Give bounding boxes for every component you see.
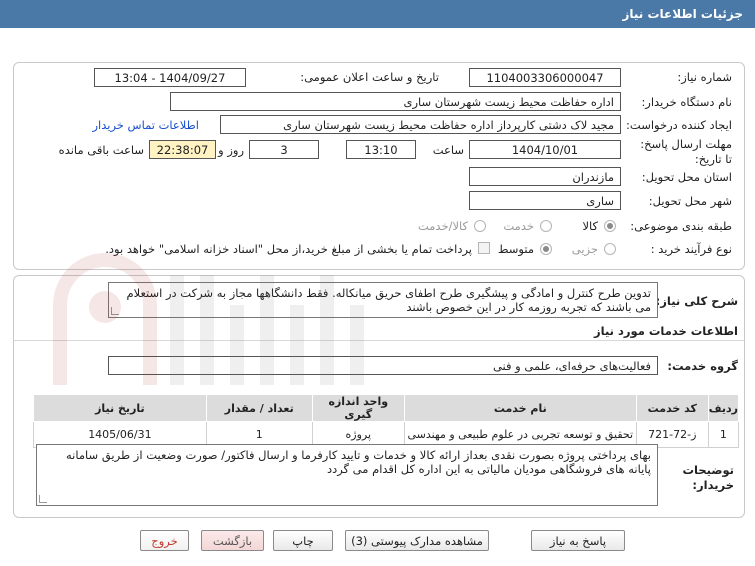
category-option-service: خدمت <box>503 219 534 233</box>
deadline-label: مهلت ارسال پاسخ: تا تاریخ: <box>640 137 732 166</box>
resize-handle-icon[interactable] <box>39 495 47 503</box>
announce-datetime-label: تاریخ و ساعت اعلان عمومی: <box>300 70 439 84</box>
process-option-medium: متوسط <box>497 242 534 256</box>
back-button[interactable]: بازگشت <box>201 530 264 551</box>
category-label: طبقه بندی موضوعی: <box>630 219 732 233</box>
service-group-label: گروه خدمت: <box>667 359 738 373</box>
remaining-time-field: 22:38:07 <box>149 140 216 159</box>
need-details-panel: شرح کلی نیاز: تدوین طرح کنترل و امادگی و… <box>13 275 745 518</box>
city-field: ساری <box>469 191 621 210</box>
category-option-goods: کالا <box>582 219 598 233</box>
treasury-checkbox[interactable] <box>478 242 490 254</box>
general-description-field: تدوین طرح کنترل و امادگی و پیشگیری طرح ا… <box>108 282 658 318</box>
resize-handle-icon[interactable] <box>111 307 119 315</box>
deadline-time-label: ساعت <box>432 143 464 157</box>
need-number-field: 1104003306000047 <box>469 68 621 87</box>
province-field: مازندران <box>469 167 621 186</box>
deadline-date-field: 1404/10/01 <box>469 140 621 159</box>
deadline-time-field: 13:10 <box>346 140 416 159</box>
cell-row: 1 <box>707 421 740 448</box>
col-date-header: تاریخ نیاز <box>33 394 207 422</box>
col-row-header: ردیف <box>707 394 740 422</box>
need-number-label: شماره نیاز: <box>677 70 732 84</box>
buyer-notes-label: توضیحات خریدار: <box>682 463 735 492</box>
col-qty-header: تعداد / مقدار <box>205 394 313 422</box>
buyer-notes-field: بهای پرداختی پروژه بصورت نقدی بعداز ارائ… <box>36 444 658 506</box>
category-radio-service[interactable] <box>540 220 552 232</box>
buyer-notes-text: بهای پرداختی پروژه بصورت نقدی بعداز ارائ… <box>66 448 651 476</box>
exit-button[interactable]: خروج <box>140 530 189 551</box>
service-group-field: فعالیت‌های حرفه‌ای، علمی و فنی <box>108 356 658 375</box>
table-header-row: ردیف کد خدمت نام خدمت واحد اندازه گیری ت… <box>33 394 740 422</box>
remaining-days-label: روز و <box>218 143 244 157</box>
col-unit-header: واحد اندازه گیری <box>311 394 405 422</box>
col-name-header: نام خدمت <box>403 394 637 422</box>
category-option-goods-service: کالا/خدمت <box>417 219 468 233</box>
attachments-button[interactable]: مشاهده مدارک پیوستی (3) <box>345 530 489 551</box>
requester-label: ایجاد کننده درخواست: <box>626 118 732 132</box>
requester-field: مجید لاک دشتی کارپرداز اداره حفاظت محیط … <box>220 115 621 134</box>
buyer-org-label: نام دستگاه خریدار: <box>641 95 732 109</box>
buyer-org-field: اداره حفاظت محیط زیست شهرستان ساری <box>170 92 621 111</box>
print-button[interactable]: چاپ <box>273 530 333 551</box>
services-divider <box>14 340 744 341</box>
process-option-minor: جزیی <box>571 242 598 256</box>
remaining-days-field: 3 <box>249 140 319 159</box>
services-table: ردیف کد خدمت نام خدمت واحد اندازه گیری ت… <box>33 394 740 448</box>
process-radio-minor[interactable] <box>604 243 616 255</box>
remaining-time-label: ساعت باقی مانده <box>58 143 144 157</box>
general-description-text: تدوین طرح کنترل و امادگی و پیشگیری طرح ا… <box>126 286 651 314</box>
category-radio-goods[interactable] <box>604 220 616 232</box>
province-label: استان محل تحویل: <box>641 170 732 184</box>
buyer-contact-link[interactable]: اطلاعات تماس خریدار <box>92 118 199 132</box>
purchase-process-label: نوع فرآیند خرید : <box>650 242 732 256</box>
announce-datetime-field: 1404/09/27 - 13:04 <box>94 68 246 87</box>
respond-button[interactable]: پاسخ به نیاز <box>531 530 625 551</box>
need-info-panel: شماره نیاز: 1104003306000047 تاریخ و ساع… <box>13 62 745 270</box>
general-description-label: شرح کلی نیاز: <box>655 294 738 308</box>
services-heading: اطلاعات خدمات مورد نیاز <box>594 324 738 338</box>
category-radio-goods-service[interactable] <box>474 220 486 232</box>
process-radio-medium[interactable] <box>540 243 552 255</box>
col-code-header: کد خدمت <box>635 394 709 422</box>
treasury-note: پرداخت تمام یا بخشی از مبلغ خرید،از محل … <box>105 242 472 256</box>
city-label: شهر محل تحویل: <box>648 194 732 208</box>
page-title: جزئیات اطلاعات نیاز <box>0 0 755 28</box>
